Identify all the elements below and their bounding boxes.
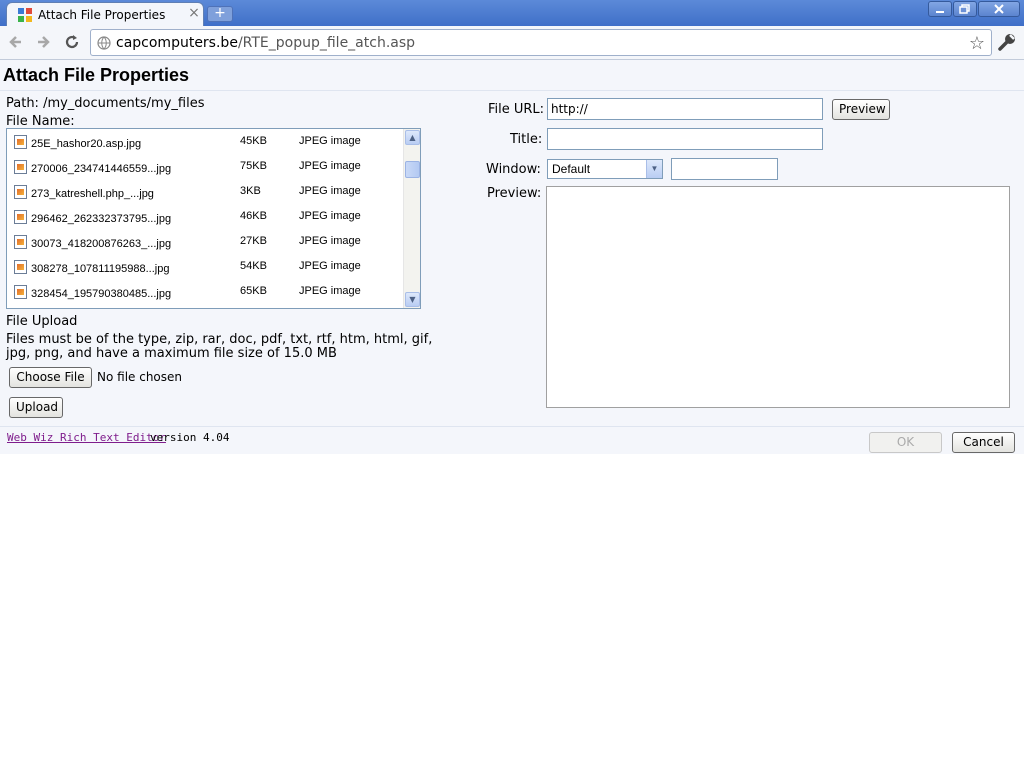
image-file-icon xyxy=(14,285,27,299)
back-icon[interactable] xyxy=(6,32,26,52)
image-file-icon xyxy=(14,260,27,274)
file-name: 273_katreshell.php_...jpg xyxy=(31,188,154,200)
new-tab-button[interactable]: + xyxy=(207,6,233,22)
file-size: 3KB xyxy=(240,185,261,197)
file-url-input[interactable]: http:// xyxy=(547,98,823,120)
url-host: capcomputers.be xyxy=(116,35,238,51)
file-size: 65KB xyxy=(240,285,267,297)
cancel-button[interactable]: Cancel xyxy=(952,432,1015,453)
file-name: 270006_234741446559...jpg xyxy=(31,163,172,175)
file-row[interactable]: 308278_107811195988...jpg 54KB JPEG imag… xyxy=(7,256,403,281)
title-label: Title: xyxy=(510,132,543,147)
file-type: JPEG image xyxy=(299,210,361,222)
file-list[interactable]: 25E_hashor20.asp.jpg 45KB JPEG image 270… xyxy=(6,128,421,309)
image-file-icon xyxy=(14,160,27,174)
file-name: 30073_418200876263_...jpg xyxy=(31,238,172,250)
scroll-up-icon[interactable]: ▲ xyxy=(405,130,420,145)
file-row[interactable]: 25E_hashor20.asp.jpg 45KB JPEG image xyxy=(7,131,403,156)
scroll-down-icon[interactable]: ▼ xyxy=(405,292,420,307)
browser-toolbar: capcomputers.be/RTE_popup_file_atch.asp … xyxy=(0,26,1024,60)
tab-title: Attach File Properties xyxy=(38,8,166,22)
upload-note-line1: Files must be of the type, zip, rar, doc… xyxy=(6,332,433,347)
minimize-window-icon[interactable] xyxy=(928,1,952,17)
preview-pane xyxy=(546,186,1010,408)
close-window-icon[interactable] xyxy=(978,1,1020,17)
file-row[interactable]: 273_katreshell.php_...jpg 3KB JPEG image xyxy=(7,181,403,206)
file-row[interactable]: 296462_262332373795...jpg 46KB JPEG imag… xyxy=(7,206,403,231)
file-name: 308278_107811195988...jpg xyxy=(31,263,170,275)
file-size: 27KB xyxy=(240,235,267,247)
file-size: 75KB xyxy=(240,160,267,172)
file-row[interactable]: 270006_234741446559...jpg 75KB JPEG imag… xyxy=(7,156,403,181)
file-upload-heading: File Upload xyxy=(6,314,78,329)
page-title: Attach File Properties xyxy=(3,65,190,85)
file-type: JPEG image xyxy=(299,135,361,147)
image-file-icon xyxy=(14,235,27,249)
page-info-icon xyxy=(97,36,111,50)
image-file-icon xyxy=(14,185,27,199)
ok-button[interactable]: OK xyxy=(869,432,942,453)
file-type: JPEG image xyxy=(299,235,361,247)
path-label: Path: /my_documents/my_files xyxy=(6,96,205,111)
file-type: JPEG image xyxy=(299,185,361,197)
web-wiz-rte-link[interactable]: Web Wiz Rich Text Editor xyxy=(7,431,166,444)
file-row[interactable]: 30073_418200876263_...jpg 27KB JPEG imag… xyxy=(7,231,403,256)
tab-close-icon[interactable]: × xyxy=(187,5,201,21)
file-row[interactable]: 328454_195790380485...jpg 65KB JPEG imag… xyxy=(7,281,403,306)
address-url: capcomputers.be/RTE_popup_file_atch.asp xyxy=(116,35,415,51)
image-file-icon xyxy=(14,210,27,224)
scroll-thumb[interactable] xyxy=(405,161,420,178)
upload-button[interactable]: Upload xyxy=(9,397,63,418)
upload-note-line2: jpg, png, and have a maximum file size o… xyxy=(6,346,337,361)
file-name: 296462_262332373795...jpg xyxy=(31,213,172,225)
title-input[interactable] xyxy=(547,128,823,150)
file-type: JPEG image xyxy=(299,160,361,172)
site-favicon-icon xyxy=(18,8,32,22)
forward-icon[interactable] xyxy=(33,32,53,52)
bookmark-star-icon[interactable]: ☆ xyxy=(969,33,985,54)
file-type: JPEG image xyxy=(299,260,361,272)
url-path: /RTE_popup_file_atch.asp xyxy=(237,35,416,51)
file-url-label: File URL: xyxy=(488,102,545,117)
window-label: Window: xyxy=(486,162,541,177)
title-divider xyxy=(0,90,1024,91)
window-target-input[interactable] xyxy=(671,158,778,180)
chevron-down-icon[interactable]: ▼ xyxy=(646,160,662,178)
file-name-label: File Name: xyxy=(6,114,75,129)
choose-file-button[interactable]: Choose File xyxy=(9,367,92,388)
footer-divider xyxy=(0,426,1024,427)
file-name: 25E_hashor20.asp.jpg xyxy=(31,138,142,150)
restore-window-icon[interactable] xyxy=(953,1,977,17)
file-size: 54KB xyxy=(240,260,267,272)
no-file-chosen-text: No file chosen xyxy=(97,370,183,384)
preview-label: Preview: xyxy=(487,186,542,201)
preview-button[interactable]: Preview xyxy=(832,99,890,120)
attach-file-dialog: Attach File Properties Path: /my_documen… xyxy=(0,60,1024,454)
image-file-icon xyxy=(14,135,27,149)
file-list-scrollbar[interactable]: ▲ ▼ xyxy=(403,129,420,308)
file-size: 45KB xyxy=(240,135,267,147)
window-select[interactable]: Default ▼ xyxy=(547,159,663,179)
file-name: 328454_195790380485...jpg xyxy=(31,288,172,300)
browser-tab[interactable]: Attach File Properties × xyxy=(6,2,204,26)
reload-icon[interactable] xyxy=(62,32,82,52)
address-bar[interactable]: capcomputers.be/RTE_popup_file_atch.asp … xyxy=(90,29,992,56)
file-type: JPEG image xyxy=(299,285,361,297)
file-size: 46KB xyxy=(240,210,267,222)
version-text: version 4.04 xyxy=(150,431,230,444)
window-selected-value: Default xyxy=(552,162,591,176)
browser-titlebar: Attach File Properties × + xyxy=(0,0,1024,26)
wrench-menu-icon[interactable] xyxy=(996,31,1018,53)
